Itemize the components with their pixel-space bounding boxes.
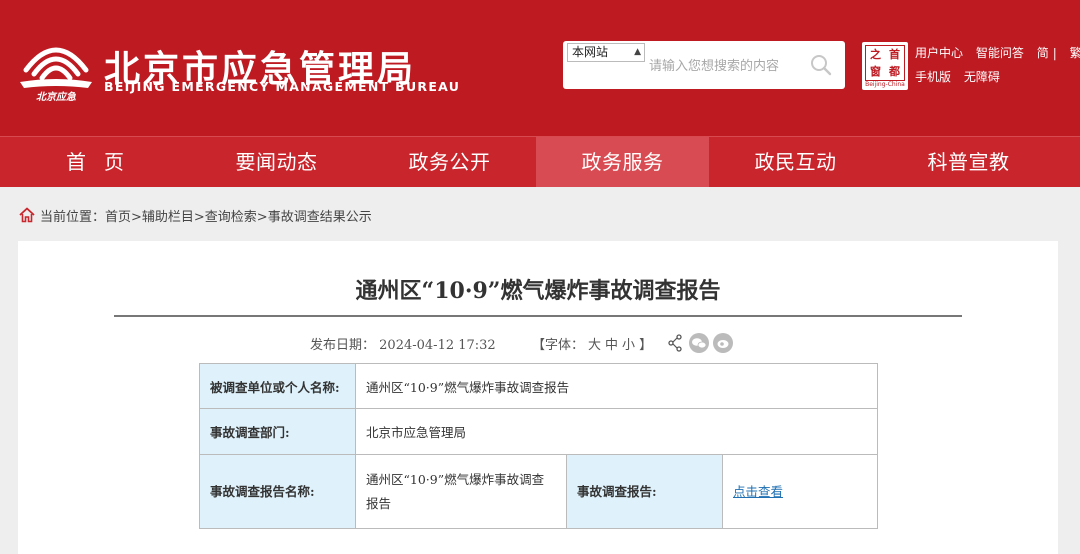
user-center-link[interactable]: 用户中心 bbox=[915, 46, 963, 60]
table-label: 被调查单位或个人名称: bbox=[199, 363, 356, 409]
main-nav: 首页 要闻动态 政务公开 政务服务 政民互动 科普宣教 bbox=[0, 136, 1080, 187]
table-label: 事故调查部门: bbox=[199, 408, 356, 455]
breadcrumb-label: 当前位置： bbox=[40, 209, 106, 225]
font-large-button[interactable]: 大 bbox=[588, 338, 601, 353]
publish-date: 发布日期： 2024-04-12 17:32 bbox=[310, 334, 496, 353]
article-card: 通州区“10·9”燃气爆炸事故调查报告 发布日期： 2024-04-12 17:… bbox=[18, 241, 1058, 554]
table-row: 事故调查报告名称: 通州区“10·9”燃气爆炸事故调查报告 事故调查报告: 点击… bbox=[199, 454, 878, 529]
publish-date-value: 2024-04-12 17:32 bbox=[379, 338, 496, 353]
wechat-icon[interactable] bbox=[689, 333, 709, 353]
table-link-cell: 点击查看 bbox=[722, 454, 878, 529]
table-label: 事故调查报告名称: bbox=[199, 454, 356, 529]
capital-char: 都 bbox=[889, 65, 900, 78]
search-scope-value: 本网站 bbox=[572, 45, 609, 59]
font-medium-button[interactable]: 中 bbox=[605, 338, 618, 353]
capital-badge-en: Beijing-China bbox=[865, 81, 905, 88]
site-name-en: BEIJING EMERGENCY MANAGEMENT BUREAU bbox=[104, 79, 461, 94]
traditional-link[interactable]: 繁 bbox=[1070, 46, 1080, 60]
capital-char: 之 bbox=[870, 48, 881, 61]
capital-char: 首 bbox=[889, 48, 900, 61]
nav-news[interactable]: 要闻动态 bbox=[190, 137, 363, 187]
view-report-link[interactable]: 点击查看 bbox=[733, 484, 783, 499]
share-icon[interactable] bbox=[668, 334, 682, 352]
logo-text: 北京应急 bbox=[36, 91, 76, 103]
mobile-link[interactable]: 手机版 bbox=[915, 70, 951, 84]
capital-window-badge[interactable]: 之 首 窗 都 Beijing-China bbox=[862, 42, 908, 90]
bureau-logo-icon[interactable]: 北京应急 bbox=[16, 30, 96, 104]
search-input[interactable] bbox=[649, 55, 799, 77]
table-row: 事故调查部门: 北京市应急管理局 bbox=[199, 408, 878, 455]
font-label: 【字体： bbox=[532, 338, 585, 353]
header-links: 用户中心 智能问答 简 | 繁 手机版 无障碍 bbox=[915, 44, 1080, 92]
title-divider bbox=[114, 315, 962, 317]
simplified-link[interactable]: 简 bbox=[1037, 46, 1049, 60]
capital-char: 窗 bbox=[870, 65, 881, 78]
table-value: 北京市应急管理局 bbox=[355, 408, 878, 455]
weibo-icon[interactable] bbox=[713, 333, 733, 353]
search-icon[interactable] bbox=[809, 53, 833, 77]
table-value: 通州区“10·9”燃气爆炸事故调查报告 bbox=[355, 454, 567, 529]
table-value: 通州区“10·9”燃气爆炸事故调查报告 bbox=[355, 363, 878, 409]
breadcrumb-path[interactable]: 首页>辅助栏目>查询检索>事故调查结果公示 bbox=[105, 206, 372, 225]
nav-home[interactable]: 首页 bbox=[0, 137, 190, 187]
accessibility-link[interactable]: 无障碍 bbox=[964, 70, 1000, 84]
table-label: 事故调查报告: bbox=[566, 454, 723, 529]
smart-qa-link[interactable]: 智能问答 bbox=[976, 46, 1024, 60]
nav-gov-service[interactable]: 政务服务 bbox=[536, 137, 709, 187]
select-arrows-icon: ▲ bbox=[634, 47, 641, 57]
home-icon bbox=[19, 207, 35, 223]
divider: | bbox=[1052, 46, 1057, 60]
nav-interaction[interactable]: 政民互动 bbox=[709, 137, 882, 187]
nav-science[interactable]: 科普宣教 bbox=[882, 137, 1055, 187]
investigation-table: 被调查单位或个人名称: 通州区“10·9”燃气爆炸事故调查报告 事故调查部门: … bbox=[199, 363, 878, 529]
nav-gov-info[interactable]: 政务公开 bbox=[363, 137, 536, 187]
font-size-control: 【字体：大中小】 bbox=[530, 334, 654, 353]
site-header: 北京应急 北京市应急管理局 BEIJING EMERGENCY MANAGEME… bbox=[0, 0, 1080, 136]
font-label-close: 】 bbox=[639, 338, 653, 353]
table-row: 被调查单位或个人名称: 通州区“10·9”燃气爆炸事故调查报告 bbox=[199, 363, 878, 409]
search-box: 本网站 ▲ bbox=[563, 41, 845, 89]
breadcrumb: 当前位置： 首页>辅助栏目>查询检索>事故调查结果公示 bbox=[18, 205, 372, 225]
article-title: 通州区“10·9”燃气爆炸事故调查报告 bbox=[355, 278, 721, 304]
share-bar bbox=[668, 333, 733, 353]
publish-label: 发布日期： bbox=[310, 338, 376, 353]
search-scope-select[interactable]: 本网站 ▲ bbox=[567, 43, 645, 62]
font-small-button[interactable]: 小 bbox=[622, 338, 635, 353]
